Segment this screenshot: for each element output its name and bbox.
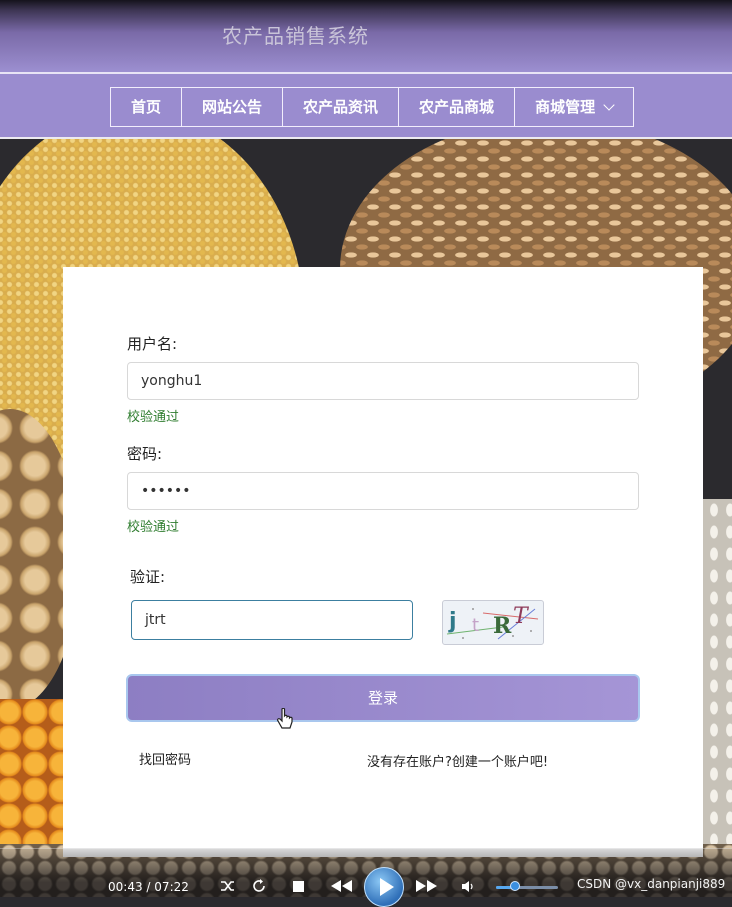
password-label: 密码: [127,445,163,463]
nav-item-mall-management-label: 商城管理 [535,98,596,116]
progress-line[interactable] [0,848,732,849]
captcha-image[interactable]: j t R T [442,600,544,645]
video-player-bar: 00:43 / 07:22 CSDN @vx_danpianji889 [0,848,732,907]
svg-text:R: R [493,613,512,639]
shuffle-icon[interactable] [220,879,236,893]
hand-cursor-icon [276,707,294,738]
stop-icon[interactable] [293,881,304,892]
login-card: 用户名: yonghu1 校验通过 密码: •••••• 校验通过 验证: jt… [63,267,703,857]
captcha-value: jtrt [145,612,166,628]
svg-text:t: t [472,615,479,636]
svg-text:j: j [448,609,457,634]
fast-forward-icon[interactable] [416,880,438,892]
register-link[interactable]: 没有存在账户?创建一个账户吧! [367,751,548,770]
nav-item-home[interactable]: 首页 [111,88,183,126]
current-time: 00:43 [108,880,143,894]
username-input[interactable]: yonghu1 [127,362,639,400]
captcha-label: 验证: [130,568,166,586]
main-nav-bar: 首页 网站公告 农产品资讯 农产品商城 商城管理 [0,74,732,137]
top-banner: 农产品销售系统 [0,0,732,72]
password-status: 校验通过 [127,520,180,535]
csdn-watermark: CSDN @vx_danpianji889 [577,877,726,891]
site-title: 农产品销售系统 [222,24,369,48]
username-label: 用户名: [127,335,178,353]
nav-item-news[interactable]: 农产品资讯 [283,88,400,126]
chevron-down-icon [603,99,615,111]
playback-time: 00:43 / 07:22 [108,880,189,894]
login-button[interactable]: 登录 [126,674,640,722]
repeat-icon[interactable] [251,878,267,894]
username-value: yonghu1 [141,373,203,389]
total-time: 07:22 [154,880,189,894]
svg-text:T: T [513,604,530,629]
captcha-input[interactable]: jtrt [131,600,413,640]
main-nav: 首页 网站公告 农产品资讯 农产品商城 商城管理 [110,87,635,127]
username-status: 校验通过 [127,410,180,425]
nav-item-mall-management[interactable]: 商城管理 [515,88,633,126]
password-value: •••••• [141,483,191,499]
nav-item-mall[interactable]: 农产品商城 [399,88,516,126]
volume-icon[interactable] [461,880,475,893]
time-separator: / [146,880,151,894]
play-button[interactable] [364,867,404,907]
rewind-icon[interactable] [331,880,353,892]
password-input[interactable]: •••••• [127,472,639,510]
captcha-graphic: j t R T [446,604,539,640]
nav-item-announcements[interactable]: 网站公告 [182,88,284,126]
volume-slider-handle[interactable] [509,881,520,891]
forgot-password-link[interactable]: 找回密码 [139,749,191,768]
